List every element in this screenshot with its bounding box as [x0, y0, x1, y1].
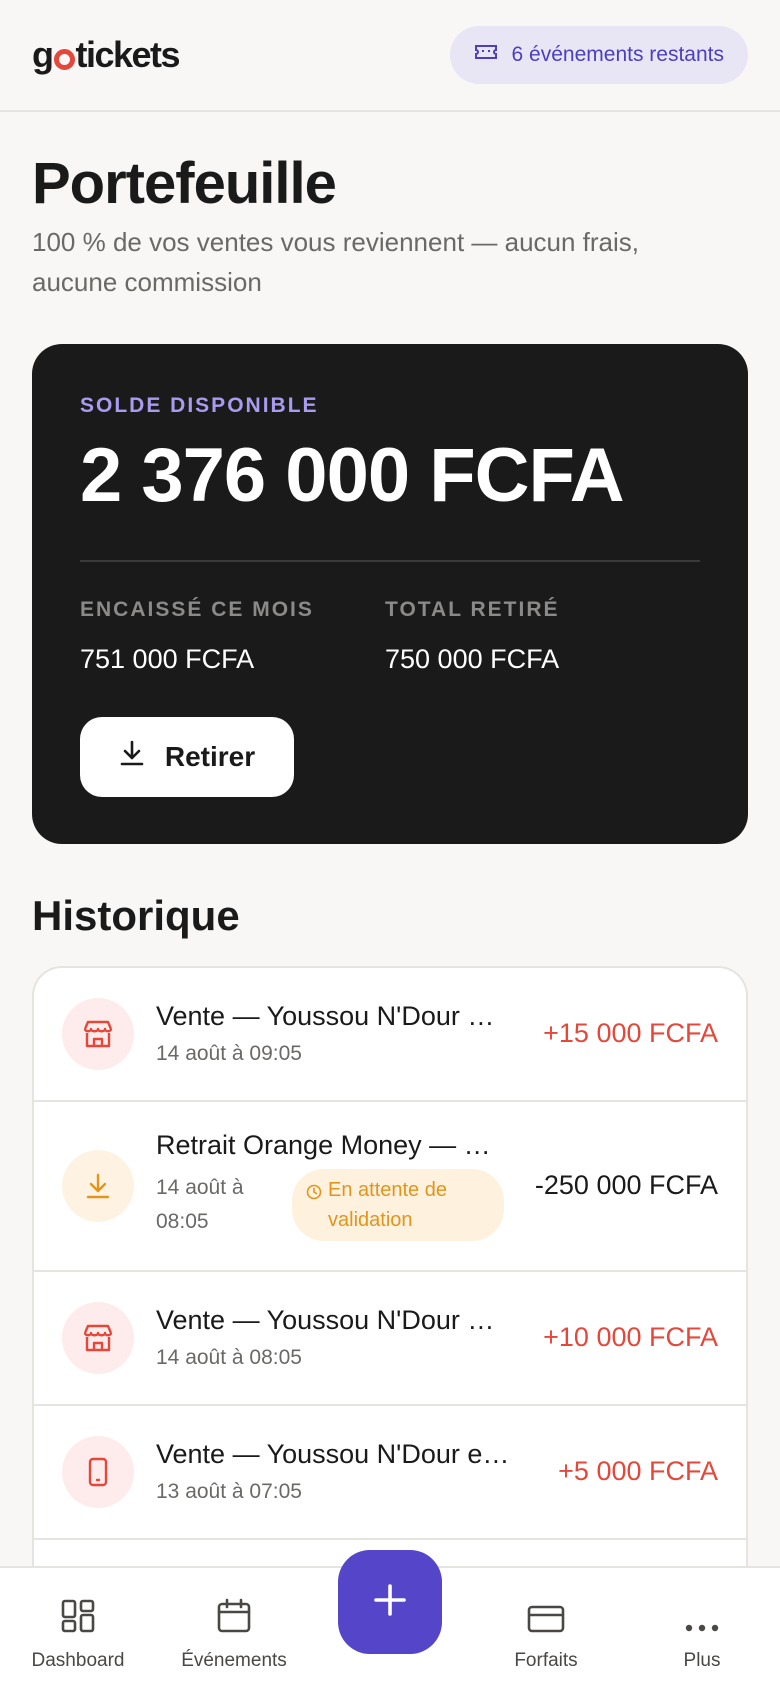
- list-item-body: Vente — Youssou N'Dour … 14 août à 09:05: [156, 1001, 533, 1066]
- list-item-body: Retrait Orange Money — … 14 août à 08:05…: [156, 1130, 525, 1242]
- nav-more[interactable]: Plus: [624, 1566, 780, 1688]
- list-item-amount: +10 000 FCFA: [543, 1322, 718, 1353]
- balance-amount: 2 376 000 FCFA: [80, 432, 625, 518]
- history-title: Historique: [32, 891, 240, 939]
- gotickets-logo[interactable]: g tickets: [32, 34, 181, 76]
- list-item-body: Vente — Youssou N'Dour e… 13 août à 07:0…: [156, 1439, 548, 1504]
- list-item-date: 14 août à 08:05: [156, 1346, 302, 1370]
- list-item-date: 13 août à 07:05: [156, 1480, 302, 1504]
- nav-dashboard[interactable]: Dashboard: [0, 1566, 156, 1688]
- logo-prefix: g: [32, 34, 54, 75]
- clock-icon: [306, 1179, 322, 1209]
- events-remaining-text: 6 événements restants: [511, 43, 724, 66]
- card-divider: [80, 559, 700, 562]
- grid-icon: [60, 1598, 96, 1640]
- page-subtitle: 100 % de vos ventes vous reviennent — au…: [32, 226, 640, 297]
- list-item[interactable]: Vente — Youssou N'Dour … 14 août à 09:05…: [34, 968, 746, 1102]
- page-title: Portefeuille: [32, 151, 337, 216]
- stat-month-value: 751 000 FCFA: [80, 643, 255, 674]
- stat-withdrawn-value: 750 000 FCFA: [385, 643, 560, 674]
- list-item-amount: -250 000 FCFA: [534, 1170, 718, 1201]
- nav-events-label: Événements: [181, 1650, 287, 1671]
- pending-status-badge: En attente de validation: [292, 1169, 504, 1242]
- list-item[interactable]: Retrait Orange Money — … 14 août à 08:05…: [34, 1102, 746, 1272]
- pending-status-text: En attente de validation: [328, 1179, 447, 1232]
- add-event-button[interactable]: [338, 1550, 442, 1654]
- balance-label: SOLDE DISPONIBLE: [80, 393, 319, 417]
- ticket-icon: [474, 42, 498, 68]
- list-item-title: Retrait Orange Money — …: [156, 1130, 491, 1161]
- list-item-amount: +5 000 FCFA: [558, 1456, 718, 1487]
- list-item-title: Vente — Youssou N'Dour …: [156, 1001, 495, 1032]
- nav-add-slot: [312, 1550, 468, 1688]
- balance-stats: ENCAISSÉ CE MOIS 751 000 FCFA TOTAL RETI…: [80, 598, 700, 675]
- nav-dashboard-label: Dashboard: [31, 1650, 125, 1671]
- app: g tickets 6 événements restants Portefeui…: [0, 0, 780, 1688]
- stat-withdrawn-label: TOTAL RETIRÉ: [385, 597, 560, 621]
- withdraw-button-label: Retirer: [164, 740, 256, 772]
- top-bar: g tickets 6 événements restants: [0, 0, 780, 112]
- store-icon: [62, 997, 134, 1070]
- list-item-title: Vente — Youssou N'Dour e…: [156, 1439, 510, 1470]
- events-remaining-badge[interactable]: 6 événements restants: [449, 26, 748, 84]
- download-icon: [62, 1149, 134, 1222]
- page-header: Portefeuille 100 % de vos ventes vous re…: [0, 112, 780, 302]
- list-item[interactable]: Vente — Youssou N'Dour … 14 août à 08:05…: [34, 1272, 746, 1406]
- stat-month: ENCAISSÉ CE MOIS 751 000 FCFA: [80, 598, 385, 675]
- list-item-title: Vente — Youssou N'Dour …: [156, 1305, 495, 1336]
- withdraw-button[interactable]: Retirer: [80, 716, 294, 797]
- nav-more-label: Plus: [683, 1650, 721, 1671]
- calendar-icon: [216, 1598, 252, 1640]
- phone-icon: [62, 1435, 134, 1508]
- list-item[interactable]: Vente — Youssou N'Dour e… 13 août à 07:0…: [34, 1406, 746, 1540]
- stat-withdrawn: TOTAL RETIRÉ 750 000 FCFA: [385, 598, 690, 675]
- more-dots-icon: [684, 1618, 720, 1640]
- nav-events[interactable]: Événements: [156, 1566, 312, 1688]
- nav-plans[interactable]: Forfaits: [468, 1566, 624, 1688]
- list-item-meta: 14 août à 08:05 En attente de validation: [156, 1169, 525, 1242]
- list-item-date: 14 août à 08:05: [156, 1176, 244, 1234]
- balance-card: SOLDE DISPONIBLE 2 376 000 FCFA ENCAISSÉ…: [32, 343, 748, 844]
- list-item-amount: +15 000 FCFA: [543, 1018, 718, 1049]
- bottom-navigation: Dashboard Événements Forfaits Plus: [0, 1550, 780, 1688]
- store-icon: [62, 1301, 134, 1374]
- list-item-date: 14 août à 09:05: [156, 1042, 302, 1066]
- stat-month-label: ENCAISSÉ CE MOIS: [80, 597, 314, 621]
- download-icon: [119, 739, 145, 774]
- list-item-body: Vente — Youssou N'Dour … 14 août à 08:05: [156, 1305, 533, 1370]
- plus-icon: [372, 1582, 408, 1623]
- logo-ring-icon: [53, 48, 75, 70]
- nav-plans-label: Forfaits: [514, 1650, 578, 1671]
- credit-card-icon: [527, 1604, 565, 1640]
- logo-suffix: tickets: [75, 34, 181, 75]
